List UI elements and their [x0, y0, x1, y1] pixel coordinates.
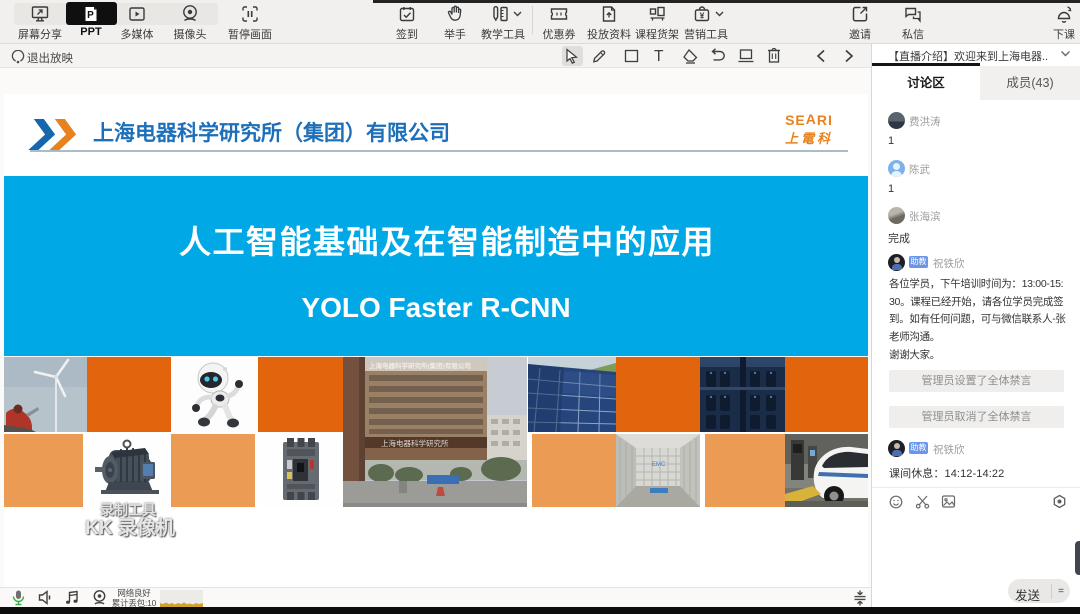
svg-text:P: P: [87, 10, 94, 21]
svg-text:¥: ¥: [700, 11, 705, 21]
svg-text:EMC: EMC: [652, 462, 666, 468]
svg-text:上海电器科学研究所: 上海电器科学研究所: [381, 438, 449, 448]
svg-text:上海电器科学研究所(集团)有限公司: 上海电器科学研究所(集团)有限公司: [369, 361, 471, 370]
